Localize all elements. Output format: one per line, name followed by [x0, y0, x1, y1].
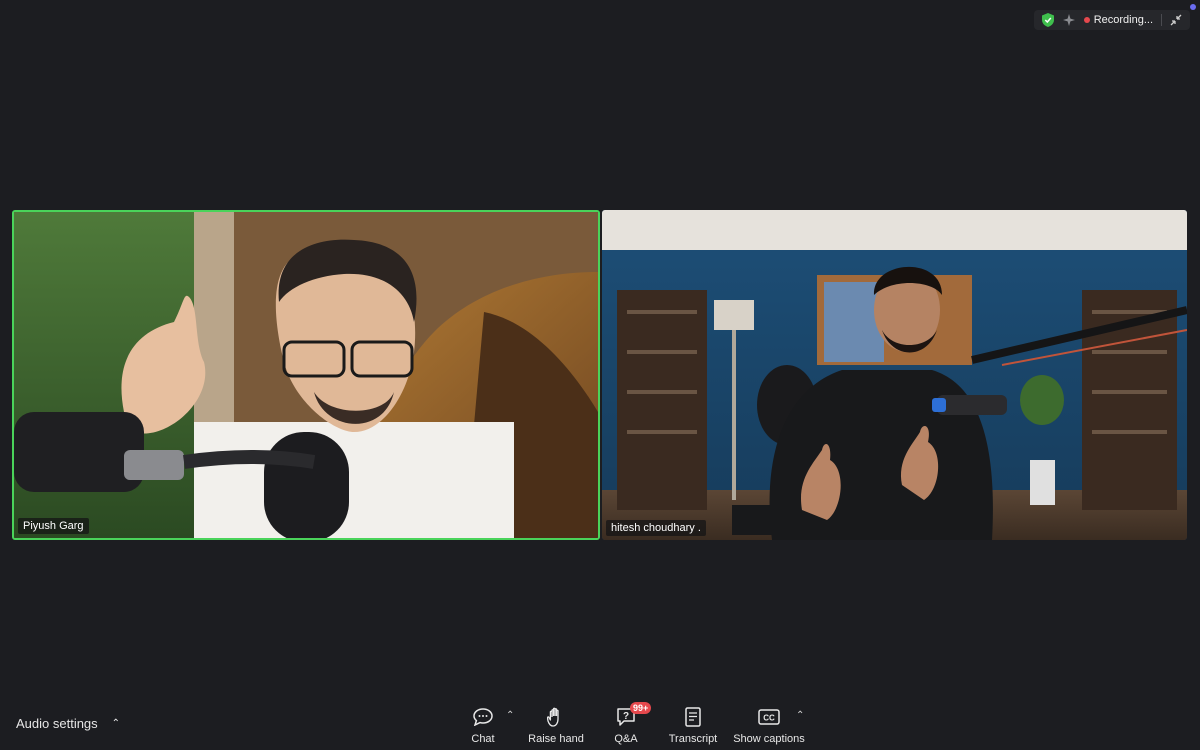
exit-fullscreen-icon[interactable] — [1170, 14, 1182, 26]
divider — [1161, 14, 1162, 26]
recording-indicator[interactable]: Recording... — [1083, 14, 1153, 26]
meeting-status-bar: Recording... — [1033, 10, 1190, 30]
captions-options-chevron-up-icon[interactable]: ⌃ — [796, 710, 804, 721]
video-feed — [602, 210, 1187, 540]
transcript-label: Transcript — [668, 733, 718, 745]
video-tile-piyush[interactable]: Piyush Garg — [12, 210, 600, 540]
participant-name: hitesh choudhary . — [606, 520, 706, 536]
transcript-button[interactable]: Transcript — [668, 704, 718, 745]
closed-captions-icon: CC — [758, 704, 780, 730]
meeting-toolbar: Chat ⌃ Raise hand ? 99+ Q&A Transcript C… — [0, 702, 1200, 750]
qa-count-badge: 99+ — [630, 702, 652, 714]
record-dot-icon — [1083, 17, 1090, 23]
shield-check-icon[interactable] — [1041, 13, 1054, 27]
chat-button[interactable]: Chat — [470, 704, 496, 745]
qa-button[interactable]: ? 99+ Q&A — [612, 702, 652, 745]
video-tile-hitesh[interactable]: hitesh choudhary . — [602, 210, 1187, 540]
recording-label: Recording... — [1093, 14, 1153, 26]
svg-text:?: ? — [623, 711, 629, 722]
meeting-window: Recording... Piyush Garg hitesh choudhar… — [0, 0, 1200, 750]
qa-icon: ? 99+ — [616, 702, 652, 730]
chat-options-chevron-up-icon[interactable]: ⌃ — [506, 710, 514, 721]
chat-label: Chat — [471, 733, 495, 745]
raise-hand-button[interactable]: Raise hand — [528, 704, 584, 745]
raise-hand-label: Raise hand — [528, 733, 584, 745]
participant-name: Piyush Garg — [18, 518, 89, 534]
show-captions-button[interactable]: CC Show captions — [733, 704, 805, 745]
chat-icon — [473, 704, 493, 730]
captions-icon-text: CC — [763, 713, 775, 722]
sparkle-icon[interactable] — [1062, 13, 1076, 27]
hand-icon — [547, 704, 565, 730]
video-feed — [14, 212, 598, 538]
show-captions-label: Show captions — [733, 733, 805, 745]
notification-dot — [1190, 4, 1196, 10]
qa-label: Q&A — [614, 733, 638, 745]
transcript-icon — [685, 704, 701, 730]
